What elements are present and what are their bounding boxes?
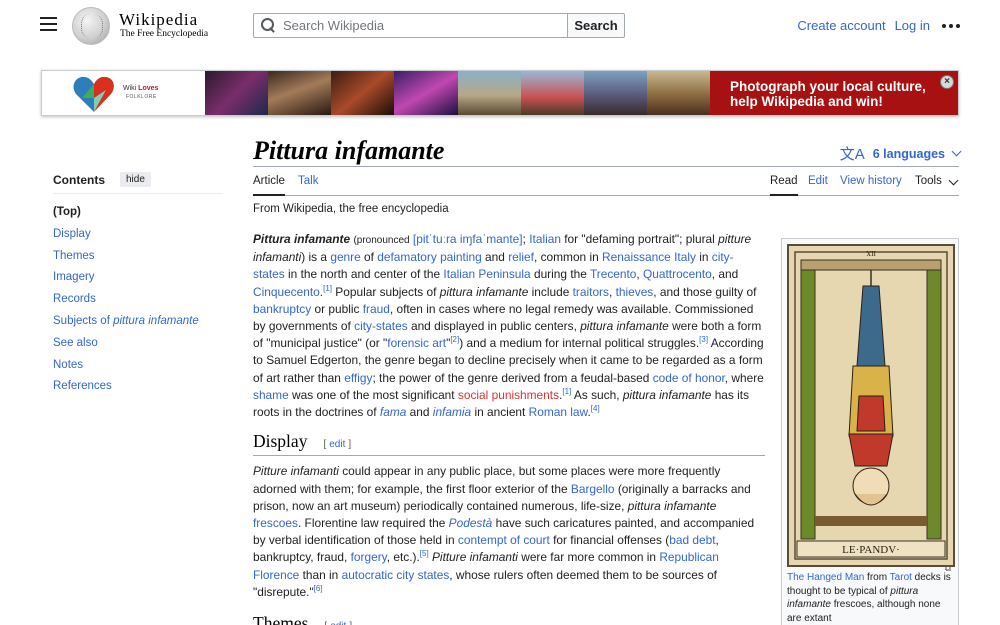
translate-icon: 文A — [839, 146, 865, 163]
close-icon[interactable]: × — [940, 75, 954, 89]
card-label: LE·PANDV· — [842, 544, 900, 556]
tab-talk[interactable]: Talk — [298, 175, 318, 196]
lead-paragraph-1: Pittura infamante (pronounced [pitˈtuːra… — [253, 232, 764, 420]
toc-item-subjects[interactable]: Subjects of pittura infamante — [53, 311, 223, 333]
hanged-man-tarot-image[interactable]: LE·PANDV· IIX — [787, 244, 955, 567]
wordmark: Wikipedia — [119, 10, 199, 29]
search-icon — [261, 18, 276, 33]
edit-section-link[interactable]: edit — [330, 621, 346, 625]
article-body: Pittura infamante (pronounced [pitˈtuːra… — [253, 231, 765, 625]
toc-title: Contents — [53, 172, 105, 187]
toc-item-imagery[interactable]: Imagery — [53, 267, 223, 289]
heart-puzzle-icon — [73, 76, 114, 112]
toc-item-top[interactable]: (Top) — [53, 202, 223, 224]
section-heading-display: Display[edit] — [253, 432, 765, 457]
site-subtitle: From Wikipedia, the free encyclopedia — [253, 203, 449, 215]
chevron-down-icon — [951, 146, 962, 157]
search-input[interactable] — [283, 18, 553, 33]
tools-menu[interactable]: Tools — [915, 175, 959, 196]
toc-item-themes[interactable]: Themes — [53, 246, 223, 268]
section-heading-themes: Themes[edit] — [253, 614, 765, 625]
log-in-link[interactable]: Log in — [895, 18, 930, 33]
toc-item-notes[interactable]: Notes — [53, 355, 223, 377]
tagline: The Free Encyclopedia — [120, 29, 209, 39]
toc-item-records[interactable]: Records — [53, 289, 223, 311]
search-box[interactable] — [253, 13, 567, 38]
more-options-icon[interactable] — [942, 23, 960, 28]
infobox-figure: LE·PANDV· IIX ⧉ The Hanged Man from Taro… — [781, 238, 959, 625]
enlarge-icon[interactable]: ⧉ — [945, 562, 951, 576]
figure-caption: ⧉ The Hanged Man from Tarot decks is tho… — [787, 563, 951, 624]
page-tabs: Article Talk Read Edit View history Tool… — [253, 175, 959, 196]
wikipedia-logo[interactable]: Wikipedia The Free Encyclopedia — [72, 7, 222, 45]
chevron-down-icon — [948, 175, 959, 186]
page-title: Pittura infamante — [253, 136, 445, 165]
table-of-contents: Contents hide (Top) Display Themes Image… — [53, 172, 223, 398]
wiki-loves-folklore-logo: Wiki Loves FOLKLORE — [42, 71, 205, 115]
main-menu-button[interactable] — [40, 17, 57, 31]
edit-section-link[interactable]: edit — [329, 439, 345, 450]
tab-edit[interactable]: Edit — [808, 175, 828, 196]
toc-item-references[interactable]: References — [53, 376, 223, 398]
banner-photos — [205, 71, 710, 115]
search-button[interactable]: Search — [567, 13, 625, 38]
campaign-banner[interactable]: Wiki Loves FOLKLORE Photograph your loca… — [41, 70, 959, 116]
card-number: IIX — [866, 249, 876, 257]
tarot-card-illustration: LE·PANDV· IIX — [794, 249, 948, 560]
wikipedia-globe-icon — [72, 7, 110, 45]
caption-link-tarot[interactable]: Tarot — [890, 572, 912, 583]
toc-item-see-also[interactable]: See also — [53, 333, 223, 355]
user-links: Create account Log in — [788, 18, 960, 33]
tab-article[interactable]: Article — [253, 175, 285, 196]
toc-item-display[interactable]: Display — [53, 224, 223, 246]
search-form: Search — [253, 13, 625, 38]
caption-link-hanged-man[interactable]: The Hanged Man — [787, 572, 864, 583]
language-selector[interactable]: 文A 6 languages — [839, 143, 962, 164]
tab-view-history[interactable]: View history — [840, 175, 902, 196]
create-account-link[interactable]: Create account — [797, 18, 885, 33]
tab-read[interactable]: Read — [770, 175, 798, 196]
banner-call-to-action[interactable]: Photograph your local culture, help Wiki… — [710, 71, 958, 115]
toc-hide-button[interactable]: hide — [120, 172, 151, 187]
display-paragraph: Pitture infamanti could appear in any pu… — [253, 464, 755, 599]
